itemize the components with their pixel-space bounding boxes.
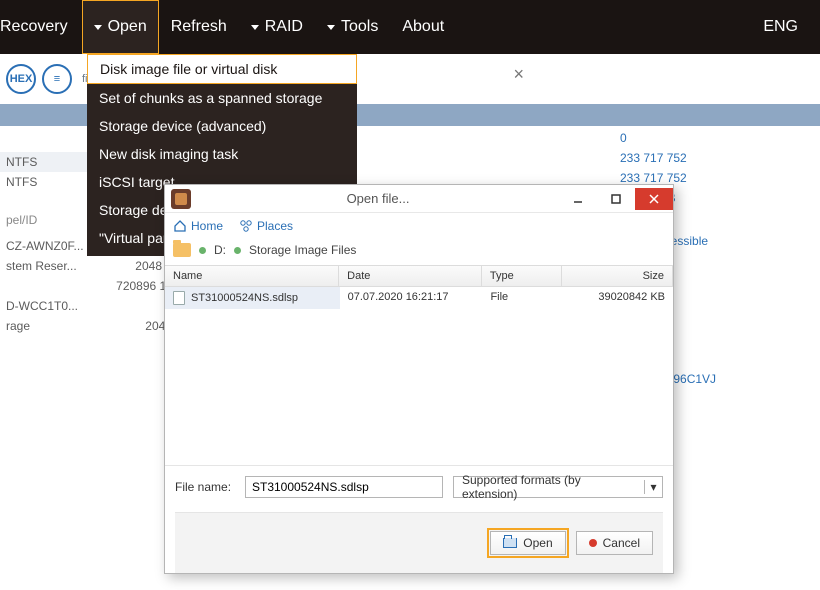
file-icon xyxy=(173,291,185,305)
menu-tools[interactable]: Tools xyxy=(315,0,390,54)
app-icon xyxy=(171,189,191,209)
dialog-nav: Home Places xyxy=(165,213,673,239)
places-label: Places xyxy=(257,219,293,233)
table-row[interactable]: D-WCC1T0... xyxy=(0,296,178,316)
filter-label: Supported formats (by extension) xyxy=(454,471,644,503)
right-value: 0 xyxy=(614,128,820,148)
list-button[interactable]: ≡ xyxy=(42,64,72,94)
menu-raid-label: RAID xyxy=(265,18,303,36)
cancel-icon xyxy=(589,539,597,547)
table-row[interactable]: stem Reser...2048 1 xyxy=(0,256,178,276)
home-button[interactable]: Home xyxy=(173,219,223,233)
chevron-down-icon xyxy=(94,25,102,30)
col-name[interactable]: Name xyxy=(165,266,339,286)
menu-raid[interactable]: RAID xyxy=(239,0,315,54)
app-title: Recovery xyxy=(0,0,82,54)
col-type[interactable]: Type xyxy=(482,266,562,286)
tree-value: 720896 11 xyxy=(112,279,172,293)
folder-status-icon xyxy=(234,247,241,254)
table-row[interactable]: 720896 11 xyxy=(0,276,178,296)
drive-status-icon xyxy=(199,247,206,254)
filter-combo[interactable]: Supported formats (by extension) ▾ xyxy=(453,476,663,498)
dd-storage-advanced[interactable]: Storage device (advanced) xyxy=(87,112,357,140)
dd-disk-image[interactable]: Disk image file or virtual disk xyxy=(87,54,357,84)
hex-button[interactable]: HEX xyxy=(6,64,36,94)
dialog-title: Open file... xyxy=(197,191,559,206)
menu-open-label: Open xyxy=(108,18,147,36)
menu-about[interactable]: About xyxy=(390,0,456,54)
maximize-button[interactable] xyxy=(597,188,635,210)
tree-label: D-WCC1T0... xyxy=(6,299,112,313)
menu-tools-label: Tools xyxy=(341,18,378,36)
file-table-header: Name Date Type Size xyxy=(165,265,673,287)
tree-value: 2048 1 xyxy=(112,259,172,273)
open-folder-icon xyxy=(503,538,517,548)
file-list[interactable]: ST31000524NS.sdlsp 07.07.2020 16:21:17 F… xyxy=(165,287,673,465)
menubar: Recovery Open Refresh RAID Tools About E… xyxy=(0,0,820,54)
folder-label[interactable]: Storage Image Files xyxy=(249,243,356,257)
cancel-button-label: Cancel xyxy=(603,536,640,550)
home-label: Home xyxy=(191,219,223,233)
menu-about-label: About xyxy=(402,18,444,36)
menu-refresh[interactable]: Refresh xyxy=(159,0,239,54)
dialog-bottom: File name: Supported formats (by extensi… xyxy=(165,465,673,573)
file-date: 07.07.2020 16:21:17 xyxy=(340,287,483,309)
menu-open[interactable]: Open xyxy=(82,0,159,54)
chevron-down-icon[interactable]: ▾ xyxy=(644,480,662,494)
path-row: D: Storage Image Files xyxy=(165,239,673,265)
minimize-button[interactable] xyxy=(559,188,597,210)
folder-icon xyxy=(173,243,191,257)
tree-label: rage xyxy=(6,319,112,333)
home-icon xyxy=(173,219,187,233)
dialog-titlebar: Open file... xyxy=(165,185,673,213)
tree-label: stem Reser... xyxy=(6,259,112,273)
close-icon[interactable]: × xyxy=(513,64,524,85)
menu-refresh-label: Refresh xyxy=(171,18,227,36)
places-icon xyxy=(239,219,253,233)
filename-label: File name: xyxy=(175,480,235,494)
open-button-label: Open xyxy=(523,536,552,550)
open-button[interactable]: Open xyxy=(490,531,565,555)
table-row[interactable]: rage2048 xyxy=(0,316,178,336)
close-button[interactable] xyxy=(635,188,673,210)
dd-spanned-chunks[interactable]: Set of chunks as a spanned storage xyxy=(87,84,357,112)
tree-label xyxy=(6,279,112,293)
language-selector[interactable]: ENG xyxy=(749,18,812,36)
open-file-dialog: Open file... Home Places D: Storage Imag… xyxy=(164,184,674,574)
tree-value xyxy=(112,299,172,313)
drive-label[interactable]: D: xyxy=(214,243,226,257)
right-value: 233 717 752 xyxy=(614,148,820,168)
dd-new-imaging[interactable]: New disk imaging task xyxy=(87,140,357,168)
places-button[interactable]: Places xyxy=(239,219,293,233)
col-date[interactable]: Date xyxy=(339,266,482,286)
chevron-down-icon xyxy=(327,25,335,30)
file-size: 39020842 KB xyxy=(562,287,673,309)
tree-value: 2048 xyxy=(112,319,172,333)
col-size[interactable]: Size xyxy=(562,266,673,286)
file-row[interactable]: ST31000524NS.sdlsp 07.07.2020 16:21:17 F… xyxy=(165,287,673,309)
file-name: ST31000524NS.sdlsp xyxy=(191,292,298,304)
chevron-down-icon xyxy=(251,25,259,30)
cancel-button[interactable]: Cancel xyxy=(576,531,653,555)
file-type: File xyxy=(482,287,561,309)
filename-input[interactable] xyxy=(245,476,443,498)
